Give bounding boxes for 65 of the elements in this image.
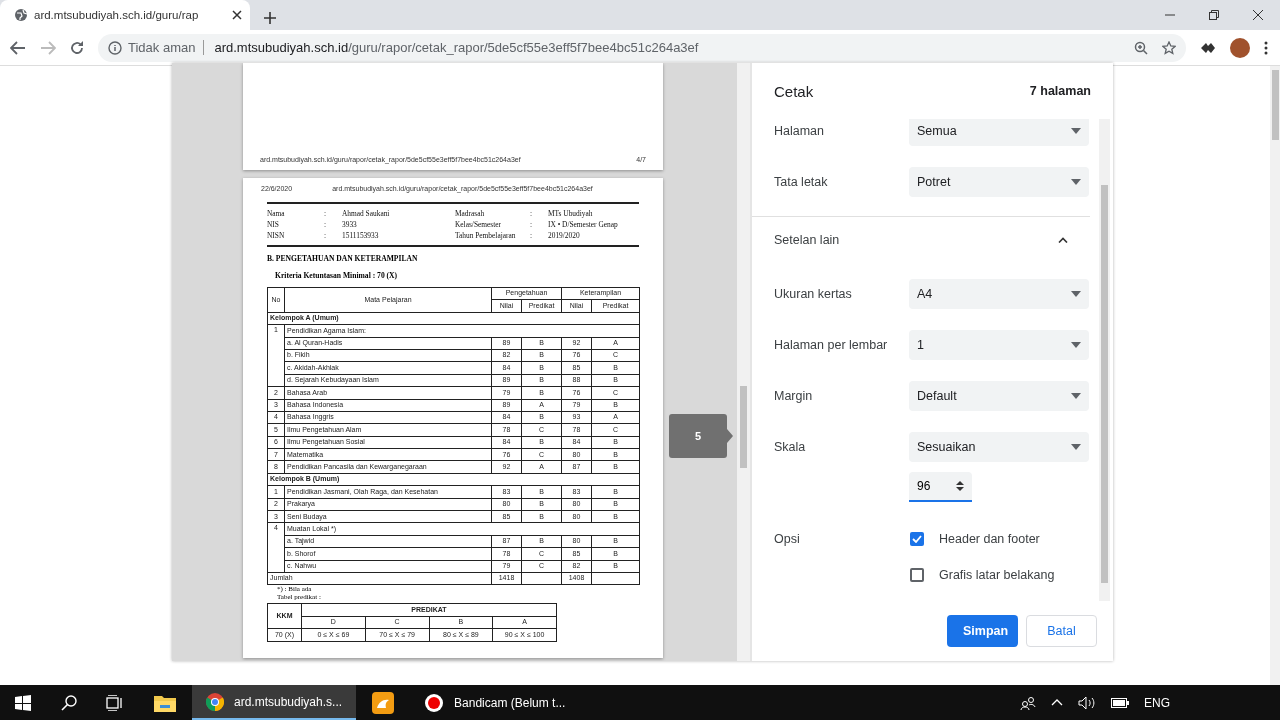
record-icon[interactable]	[424, 692, 445, 713]
people-icon[interactable]	[1020, 695, 1036, 710]
dropdown-caret-icon	[1071, 127, 1081, 134]
dropdown[interactable]: Sesuaikan	[909, 431, 1089, 462]
section-toggle[interactable]: Setelan lain	[752, 216, 1090, 262]
plus-icon[interactable]	[264, 12, 276, 24]
task-view-icon[interactable]	[106, 694, 124, 711]
close-icon[interactable]	[1253, 10, 1263, 20]
page-count: 7 halaman	[1029, 84, 1091, 98]
setting-label: Halaman per lembar	[774, 337, 889, 352]
badge-pointer-icon	[727, 429, 733, 443]
restore-icon[interactable]	[1209, 10, 1219, 20]
reload-icon[interactable]	[70, 40, 84, 55]
zoom-icon[interactable]	[1134, 40, 1148, 55]
setting-label: Halaman	[774, 123, 826, 138]
dropdown-caret-icon	[1071, 392, 1081, 399]
browser-tab[interactable]: ard.mtsubudiyah.sch.id/guru/rap	[0, 0, 250, 30]
globe-icon	[14, 8, 28, 22]
security-label[interactable]: Tidak aman	[128, 40, 205, 55]
page-number-badge: 5	[669, 414, 727, 458]
dropdown[interactable]: 1	[909, 329, 1089, 360]
scrollbar[interactable]	[1270, 66, 1280, 686]
info-icon	[108, 40, 122, 55]
dropdown[interactable]: Potret	[909, 166, 1089, 197]
volume-icon[interactable]	[1078, 695, 1096, 710]
battery-icon[interactable]	[1111, 697, 1129, 708]
dropdown-caret-icon	[1071, 443, 1081, 450]
checkbox[interactable]	[910, 532, 924, 546]
save-button[interactable]: Simpan	[947, 615, 1018, 647]
setting-label: Margin	[774, 388, 814, 403]
scrollbar[interactable]	[737, 63, 750, 661]
back-icon[interactable]	[10, 40, 26, 55]
scale-input[interactable]: 96	[909, 472, 972, 502]
chrome-icon[interactable]	[206, 692, 224, 711]
language-indicator[interactable]: ENG	[1144, 695, 1170, 710]
setting-label: Tata letak	[774, 174, 829, 189]
dropdown[interactable]: Semua	[909, 119, 1089, 146]
taskbar-app[interactable]: ard.mtsubudiyah.s...	[192, 685, 357, 720]
checkbox[interactable]	[910, 568, 924, 582]
dialog-title: Cetak	[774, 82, 814, 100]
url-text: ard.mtsubudiyah.sch.id/guru/rapor/cetak_rapor/5de5cf55e3eff5f7bee4bc51c264a3ef	[214, 40, 699, 55]
dropdown[interactable]: A4	[909, 278, 1089, 309]
dropdown[interactable]: Default	[909, 380, 1089, 411]
windows-start-icon[interactable]	[15, 694, 31, 711]
dropdown-caret-icon	[1071, 178, 1081, 185]
checkbox-label[interactable]: Grafis latar belakang	[939, 568, 1055, 582]
dropdown-caret-icon	[1071, 341, 1081, 348]
menu-icon[interactable]	[1264, 40, 1268, 55]
profile-avatar[interactable]	[1230, 37, 1250, 58]
address-bar[interactable]: Tidak aman ard.mtsubudiyah.sch.id/guru/rapor/cetak_rapor/5de5cf55e3eff5f7bee4bc51c264a3ef	[98, 33, 1186, 62]
checkbox-label[interactable]: Header dan footer	[939, 532, 1040, 546]
chevron-up-icon	[1058, 236, 1068, 243]
dropdown-caret-icon	[1071, 290, 1081, 297]
spinner-icon	[956, 480, 964, 492]
scrollbar[interactable]	[1099, 119, 1110, 601]
setting-label: Ukuran kertas	[774, 286, 853, 301]
setting-label: Skala	[774, 439, 807, 454]
close-icon[interactable]	[232, 10, 242, 20]
chevron-up-icon[interactable]	[1051, 699, 1063, 706]
setting-label: Opsi	[774, 532, 801, 546]
taskbar-app[interactable]: Bandicam (Belum t...	[410, 685, 580, 720]
star-icon[interactable]	[1162, 40, 1176, 55]
folder-icon[interactable]	[154, 693, 176, 712]
cancel-button[interactable]: Batal	[1026, 615, 1097, 647]
search-icon[interactable]	[61, 694, 77, 711]
